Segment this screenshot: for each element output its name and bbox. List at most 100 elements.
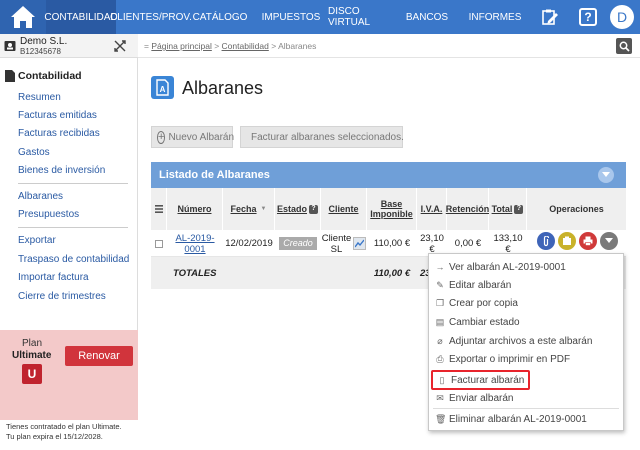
client-link-button[interactable] [353, 237, 367, 250]
menu-item-change-status[interactable]: ▤ Cambiar estado [435, 313, 520, 331]
row-checkbox[interactable] [151, 230, 167, 257]
column-header-iva[interactable]: I.V.A. [417, 188, 447, 230]
more-options-button[interactable] [600, 232, 618, 250]
menu-item-view[interactable]: → Ver albarán AL-2019-0001 [435, 258, 566, 276]
top-navigation-bar: CONTABILIDAD CLIENTES/PROV. CATÁLOGO IMP… [0, 0, 640, 34]
sidebar-item-resumen[interactable]: Resumen [18, 92, 61, 103]
company-name: Demo S.L. [20, 36, 68, 47]
envelope-icon: ✉ [436, 392, 444, 403]
help-button[interactable]: ? [570, 0, 606, 34]
select-all-header[interactable] [151, 188, 167, 230]
invoice-selected-button[interactable]: Facturar albaranes seleccionados. [240, 126, 404, 148]
plan-note-line: Tienes contratado el plan Ultimate. [6, 422, 122, 431]
menu-item-label: Eliminar albarán AL-2019-0001 [449, 413, 587, 425]
menu-item-export-pdf[interactable]: ⎙ Exportar o imprimir en PDF [435, 350, 570, 368]
column-header-status[interactable]: Estado? [275, 188, 321, 230]
number-text: 0001 [184, 243, 206, 255]
nav-impuestos[interactable]: IMPUESTOS [254, 0, 328, 34]
attach-button[interactable] [537, 232, 555, 250]
albaran-number-link[interactable]: AL-2019- 0001 [167, 230, 223, 257]
invoice-icon [563, 236, 571, 245]
sidebar-item-bienes-inversion[interactable]: Bienes de inversión [18, 165, 105, 176]
plus-circle-icon: + [157, 130, 166, 144]
column-header-date[interactable]: Fecha ▼ [223, 188, 275, 230]
renew-button[interactable]: Renovar [65, 346, 133, 366]
menu-divider [433, 408, 619, 409]
sidebar-divider [18, 183, 128, 184]
number-text: AL-2019- [175, 232, 215, 244]
sidebar: Demo S.L. B12345678 Contabilidad Resumen… [0, 34, 138, 450]
plan-box: Plan Ultimate U Renovar [0, 330, 138, 420]
sidebar-item-facturas-recibidas[interactable]: Facturas recibidas [18, 128, 100, 139]
menu-item-copy[interactable]: ❐ Crear por copia [435, 294, 518, 312]
nav-bancos[interactable]: BANCOS [392, 0, 462, 34]
menu-item-delete[interactable]: 🗑 Eliminar albarán AL-2019-0001 [435, 410, 587, 428]
print-button[interactable] [579, 232, 597, 250]
menu-item-label: Enviar albarán [449, 392, 514, 404]
column-header-total[interactable]: Total? [489, 188, 527, 230]
info-icon[interactable]: ? [309, 204, 318, 214]
date-cell: 12/02/2019 [225, 238, 273, 249]
company-selector[interactable]: Demo S.L. B12345678 [0, 34, 138, 58]
column-header-number[interactable]: Número [167, 188, 223, 230]
sidebar-item-gastos[interactable]: Gastos [18, 147, 50, 158]
search-button[interactable] [616, 38, 632, 54]
column-header-base[interactable]: Base Imponible [367, 188, 417, 230]
invoice-icon: ▯ [439, 374, 445, 385]
trash-icon: 🗑 [435, 413, 447, 424]
header-number-label: Número [177, 204, 212, 214]
nav-catalogo[interactable]: CATÁLOGO [186, 0, 254, 34]
header-total-label: Total [491, 204, 513, 214]
breadcrumb-home-link[interactable]: Página principal [151, 41, 211, 51]
printer-icon [583, 236, 593, 246]
nav-clientes-prov[interactable]: CLIENTES/PROV. [110, 0, 192, 34]
menu-item-label: Ver albarán AL-2019-0001 [449, 261, 566, 273]
breadcrumb-section-link[interactable]: Contabilidad [222, 41, 269, 51]
sidebar-item-facturas-emitidas[interactable]: Facturas emitidas [18, 110, 97, 121]
sidebar-item-exportar[interactable]: Exportar [18, 235, 56, 246]
menu-item-label: Adjuntar archivos a este albarán [449, 335, 593, 347]
column-header-operations: Operaciones [527, 188, 626, 230]
sidebar-divider [18, 227, 128, 228]
new-albaran-button[interactable]: + Nuevo Albarán [151, 126, 234, 148]
plan-label: Plan [22, 338, 43, 349]
header-retention-label: Retención [445, 204, 490, 214]
nav-disco-virtual[interactable]: DISCO VIRTUAL [328, 0, 392, 34]
sidebar-section-title: Contabilidad [18, 70, 82, 82]
sidebar-item-cierre-trimestres[interactable]: Cierre de trimestres [18, 291, 106, 302]
column-header-client[interactable]: Cliente [321, 188, 367, 230]
invoice-action-button[interactable] [558, 232, 576, 250]
info-icon[interactable]: ? [514, 204, 524, 214]
chevron-down-icon [602, 172, 610, 177]
menu-item-edit[interactable]: ✎ Editar albarán [435, 276, 511, 294]
header-operations-label: Operaciones [549, 204, 604, 214]
arrow-right-icon: → [435, 262, 445, 272]
sidebar-item-importar-factura[interactable]: Importar factura [18, 272, 89, 283]
sidebar-item-albaranes[interactable]: Albaranes [18, 191, 63, 202]
header-base-label: Base [380, 199, 403, 209]
search-icon [619, 41, 630, 52]
switch-company-icon[interactable] [114, 40, 126, 52]
menu-item-attach[interactable]: ⌀ Adjuntar archivos a este albarán [435, 332, 592, 350]
nav-contabilidad[interactable]: CONTABILIDAD [44, 0, 118, 34]
sidebar-item-traspaso[interactable]: Traspaso de contabilidad [18, 254, 129, 265]
header-base-label: Imponible [370, 209, 413, 219]
id-card-icon [4, 41, 16, 51]
document-icon [5, 70, 15, 82]
sort-down-icon: ▼ [260, 206, 267, 212]
plan-name: Ultimate [12, 350, 52, 361]
total-text: 133,10 [493, 232, 523, 244]
menu-item-invoice[interactable]: ▯ Facturar albarán [431, 370, 531, 390]
paperclip-icon [543, 235, 550, 246]
albaranes-panel-header: Listado de Albaranes [151, 162, 626, 188]
paperclip-icon: ⌀ [437, 335, 443, 346]
user-avatar-button[interactable]: D [604, 0, 640, 34]
column-header-retention[interactable]: Retención [445, 188, 490, 230]
tasks-button[interactable] [532, 0, 568, 34]
collapse-panel-button[interactable] [598, 167, 614, 183]
sidebar-item-presupuestos[interactable]: Presupuestos [18, 209, 79, 220]
menu-item-send[interactable]: ✉ Enviar albarán [435, 389, 513, 407]
home-button[interactable] [0, 0, 46, 34]
nav-informes[interactable]: INFORMES [462, 0, 528, 34]
menu-item-label: Exportar o imprimir en PDF [449, 353, 571, 365]
